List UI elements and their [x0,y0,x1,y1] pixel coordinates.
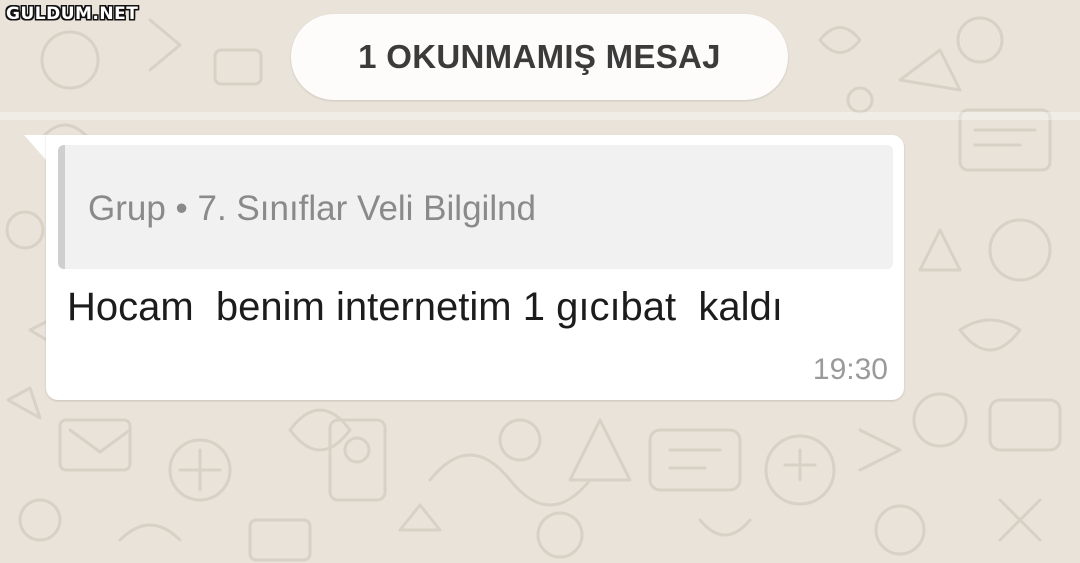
incoming-message-bubble[interactable]: Grup • 7. Sınıflar Veli Bilgilnd Hocam b… [46,135,904,400]
message-text: Hocam benim internetim 1 gıcıbat kaldı [67,285,783,329]
message-timestamp: 19:30 [812,353,888,386]
site-watermark: GULDUM.NET [6,4,139,24]
unread-messages-banner: 1 OKUNMAMIŞ MESAJ [291,14,788,100]
unread-divider [0,112,1080,120]
unread-messages-label: 1 OKUNMAMIŞ MESAJ [358,38,721,75]
quoted-message[interactable]: Grup • 7. Sınıflar Veli Bilgilnd [58,145,893,269]
quoted-message-source: Grup • 7. Sınıflar Veli Bilgilnd [88,189,537,228]
